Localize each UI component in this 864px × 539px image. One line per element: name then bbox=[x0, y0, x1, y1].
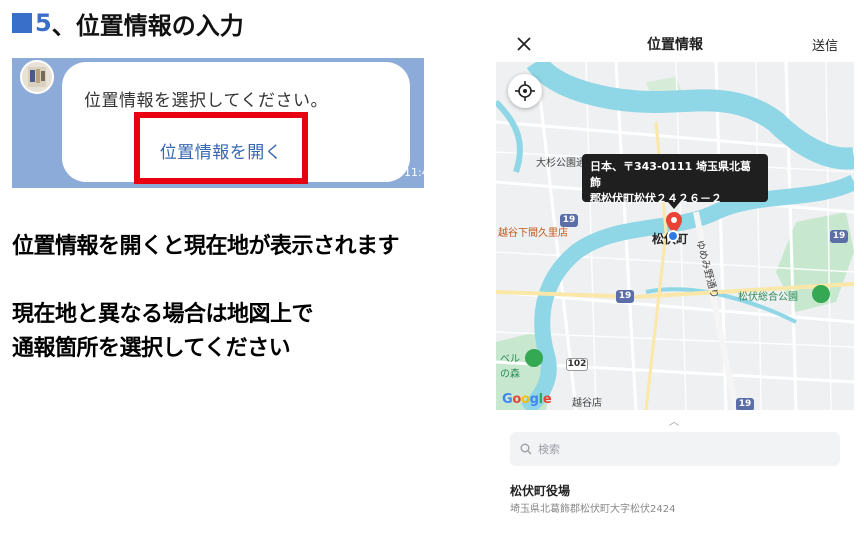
heading-square-icon bbox=[12, 13, 32, 33]
crosshair-icon bbox=[515, 81, 535, 101]
result-address: 埼玉県北葛飾郡松伏町大字松伏2424 bbox=[510, 504, 676, 515]
chat-timestamp: 11:4 bbox=[404, 166, 424, 179]
heading-title: 、位置情報の入力 bbox=[51, 11, 244, 40]
instruction-line-3: 通報箇所を選択してください bbox=[12, 336, 291, 361]
search-placeholder: 検索 bbox=[538, 443, 560, 456]
mascot-icon bbox=[28, 67, 46, 87]
avatar bbox=[20, 60, 54, 94]
route-shield: 102 bbox=[566, 358, 588, 371]
instruction-line-2: 現在地と異なる場合は地図上で bbox=[12, 302, 314, 327]
locate-me-button[interactable] bbox=[508, 74, 542, 108]
map-label-bell: ベル bbox=[500, 354, 520, 365]
picker-header: 位置情報 送信 bbox=[496, 28, 854, 62]
google-logo: Google bbox=[502, 392, 552, 407]
chat-prompt-text: 位置情報を選択してください。 bbox=[84, 91, 328, 111]
address-tooltip: 日本、〒343-0111 埼玉県北葛飾 郡松伏町松伏２４２６－２ bbox=[582, 154, 768, 205]
result-name[interactable]: 松伏町役場 bbox=[510, 482, 570, 499]
route-shield: 19 bbox=[830, 230, 848, 243]
map-label-store-west: 越谷下間久里店 bbox=[498, 228, 568, 239]
map-label-store-south: 越谷店 bbox=[572, 398, 602, 409]
heading-number: 5 bbox=[35, 9, 52, 37]
picker-title: 位置情報 bbox=[647, 37, 703, 53]
open-location-button[interactable]: 位置情報を開く bbox=[134, 112, 308, 184]
search-icon bbox=[520, 443, 532, 455]
route-shield: 19 bbox=[560, 214, 578, 227]
location-picker-panel: 位置情報 送信 大杉公園通 越谷下間久里店 ゆめみ野通り 松伏総合公園 ベル の… bbox=[496, 28, 854, 539]
send-button[interactable]: 送信 bbox=[812, 35, 838, 54]
section-heading: 5 、位置情報の入力 bbox=[12, 8, 244, 40]
map-label-sports-park: 松伏総合公園 bbox=[738, 292, 798, 303]
tooltip-arrow bbox=[668, 202, 680, 209]
route-shield: 19 bbox=[736, 398, 754, 410]
chevron-up-icon[interactable]: ︿ bbox=[669, 413, 679, 428]
instruction-line-1: 位置情報を開くと現在地が表示されます bbox=[12, 234, 400, 259]
current-location-dot bbox=[667, 230, 679, 242]
route-shield: 19 bbox=[616, 290, 634, 303]
open-location-label: 位置情報を開く bbox=[159, 142, 283, 163]
address-line-1: 日本、〒343-0111 埼玉県北葛飾 bbox=[590, 160, 751, 189]
map-label-forest: の森 bbox=[500, 369, 520, 380]
search-input[interactable]: 検索 bbox=[510, 432, 840, 466]
map-view[interactable]: 大杉公園通 越谷下間久里店 松伏町 ゆめみ野通り 松伏総合公園 ベル の森 越谷… bbox=[496, 62, 854, 410]
map-label-park-road: 大杉公園通 bbox=[536, 158, 586, 169]
